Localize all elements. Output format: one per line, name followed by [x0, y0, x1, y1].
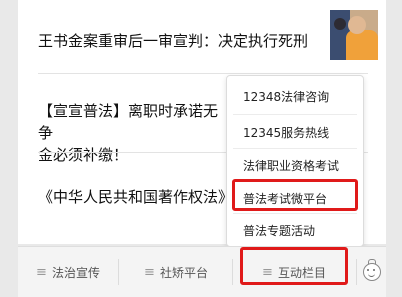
tab-label: 法治宣传: [51, 265, 100, 280]
divider: [233, 114, 357, 115]
menu-item-legal-exam[interactable]: 法律职业资格考试: [243, 157, 339, 174]
popup-menu: 12348法律咨询 12345服务热线 法律职业资格考试 普法考试微平台 普法专…: [226, 75, 364, 247]
robot-face-icon: [363, 259, 381, 281]
menu-item-service-hotline[interactable]: 12345服务热线: [243, 124, 329, 141]
news-title-line: 【宣宣普法】离职时承诺无争: [38, 102, 219, 142]
news-title: 《中华人民共和国著作权法》: [38, 188, 234, 206]
divider: [38, 73, 368, 74]
tab-divider: [232, 259, 233, 285]
tab-divider: [118, 259, 119, 285]
news-item-2[interactable]: 【宣宣普法】离职时承诺无争 金必须补缴！: [38, 100, 228, 166]
hamburger-icon: ≡: [144, 264, 155, 280]
tab-highlight-box: [240, 247, 348, 285]
news-thumbnail[interactable]: [330, 10, 378, 60]
menu-item-law-special-activities[interactable]: 普法专题活动: [243, 222, 315, 239]
divider: [233, 213, 357, 214]
news-item-3[interactable]: 《中华人民共和国著作权法》: [38, 186, 233, 207]
tab-label: 社矫平台: [159, 265, 208, 280]
divider: [233, 148, 357, 149]
menu-item-legal-consult[interactable]: 12348法律咨询: [243, 88, 329, 105]
assistant-button[interactable]: [358, 247, 386, 297]
news-title-line: 金必须补缴！: [38, 146, 129, 164]
news-title: 王书金案重审后一审宣判：决定执行死刑: [38, 32, 309, 50]
news-item-1[interactable]: 王书金案重审后一审宣判：决定执行死刑: [38, 30, 308, 51]
menu-item-highlight-box: [232, 179, 358, 211]
tab-community-correction[interactable]: ≡ 社矫平台: [120, 247, 232, 297]
hamburger-icon: ≡: [36, 264, 47, 280]
tab-legal-publicity[interactable]: ≡ 法治宣传: [18, 247, 118, 297]
tab-divider: [356, 259, 357, 285]
